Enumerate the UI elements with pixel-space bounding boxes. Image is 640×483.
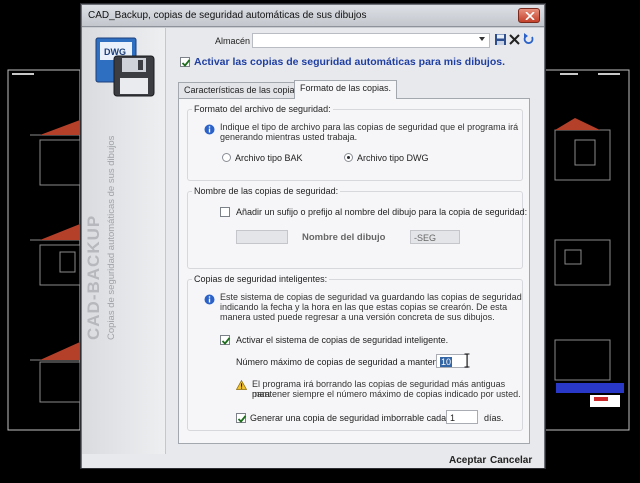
indelible-label[interactable]: Generar una copia de seguridad imborrabl… — [250, 413, 449, 423]
chevron-down-icon[interactable] — [479, 37, 485, 41]
suffix-value: -SEG — [414, 233, 437, 243]
accept-button[interactable]: Aceptar — [449, 455, 486, 466]
checkmark-icon — [221, 337, 231, 345]
format-group: Formato del archivo de seguridad: Indiqu… — [187, 104, 523, 181]
suffix-input[interactable]: -SEG — [410, 230, 460, 244]
close-button[interactable] — [518, 8, 540, 23]
almacen-label: Almacén — [215, 36, 251, 46]
radio-bak[interactable] — [222, 153, 231, 162]
title-bar[interactable]: CAD_Backup, copias de seguridad automáti… — [82, 5, 544, 27]
tab-caracteristicas[interactable]: Características de las copias. — [178, 82, 308, 98]
drawing-name-label: Nombre del dibujo — [302, 232, 386, 243]
info-icon — [204, 124, 215, 135]
smart-info-line3: manera usted puede regresar a una versió… — [220, 312, 495, 322]
undo-icon[interactable] — [522, 33, 535, 46]
smart-info-line2: indicando la fecha y la hora en las que … — [220, 302, 508, 312]
info-icon — [204, 294, 215, 305]
prefix-input[interactable] — [236, 230, 288, 244]
radio-dwg-label[interactable]: Archivo tipo DWG — [357, 153, 429, 163]
smart-group-title: Copias de seguridad inteligentes: — [192, 274, 330, 284]
banner-vertical-text: CAD-BACKUP Copias de seguridad automátic… — [84, 136, 117, 340]
dwg-floppy-logo-icon: DWG — [90, 36, 160, 100]
save-icon[interactable] — [494, 33, 507, 46]
name-group: Nombre de las copias de seguridad: Añadi… — [187, 186, 527, 269]
radio-bak-label[interactable]: Archivo tipo BAK — [235, 153, 303, 163]
tab-formato[interactable]: Formato de las copias. — [294, 80, 398, 99]
banner-subtitle: Copias de seguridad automáticas de sus d… — [106, 135, 117, 340]
indelible-days-value: 1 — [450, 413, 456, 423]
smart-activate-checkbox[interactable] — [220, 335, 231, 345]
window-title: CAD_Backup, copias de seguridad automáti… — [88, 10, 367, 21]
max-copies-label: Número máximo de copias de seguridad a m… — [236, 357, 449, 367]
warning-line2: mantener siempre el número máximo de cop… — [252, 389, 521, 399]
format-info-line2: generando mientras usted trabaja. — [220, 132, 358, 142]
cancel-button[interactable]: Cancelar — [490, 455, 532, 466]
smart-info-line1: Este sistema de copias de seguridad va g… — [220, 292, 522, 302]
smart-activate-label[interactable]: Activar el sistema de copias de segurida… — [236, 335, 448, 345]
format-info-line1: Indique el tipo de archivo para las copi… — [220, 122, 519, 132]
smart-group: Copias de seguridad inteligentes: Este s… — [187, 274, 523, 431]
warning-icon — [236, 380, 247, 390]
name-group-title: Nombre de las copias de seguridad: — [192, 186, 341, 196]
indelible-checkbox[interactable] — [236, 413, 247, 423]
activate-backups-label[interactable]: Activar las copias de seguridad automáti… — [194, 56, 505, 68]
indelible-unit: días. — [484, 413, 504, 423]
close-icon — [525, 12, 535, 20]
side-banner: DWG CAD-BACKUP Copias de seguridad autom… — [82, 28, 166, 454]
radio-dwg[interactable] — [344, 153, 353, 162]
delete-icon[interactable] — [508, 33, 521, 46]
checkmark-icon — [181, 59, 191, 67]
indelible-days-input[interactable]: 1 — [446, 410, 478, 424]
banner-brand: CAD-BACKUP — [84, 214, 103, 340]
tab-panel-formato: Formato del archivo de seguridad: Indiqu… — [178, 98, 530, 444]
max-copies-value: 10 — [440, 357, 453, 367]
cad-backup-dialog: CAD_Backup, copias de seguridad automáti… — [81, 4, 545, 468]
checkmark-icon — [237, 415, 247, 423]
format-group-title: Formato del archivo de seguridad: — [192, 104, 333, 114]
activate-backups-checkbox[interactable] — [180, 57, 191, 67]
almacen-dropdown[interactable] — [252, 33, 490, 48]
text-cursor-icon — [464, 353, 470, 368]
suffix-checkbox[interactable] — [220, 207, 230, 217]
dialog-client-area: DWG CAD-BACKUP Copias de seguridad autom… — [82, 28, 544, 468]
suffix-label[interactable]: Añadir un sufijo o prefijo al nombre del… — [236, 207, 527, 217]
